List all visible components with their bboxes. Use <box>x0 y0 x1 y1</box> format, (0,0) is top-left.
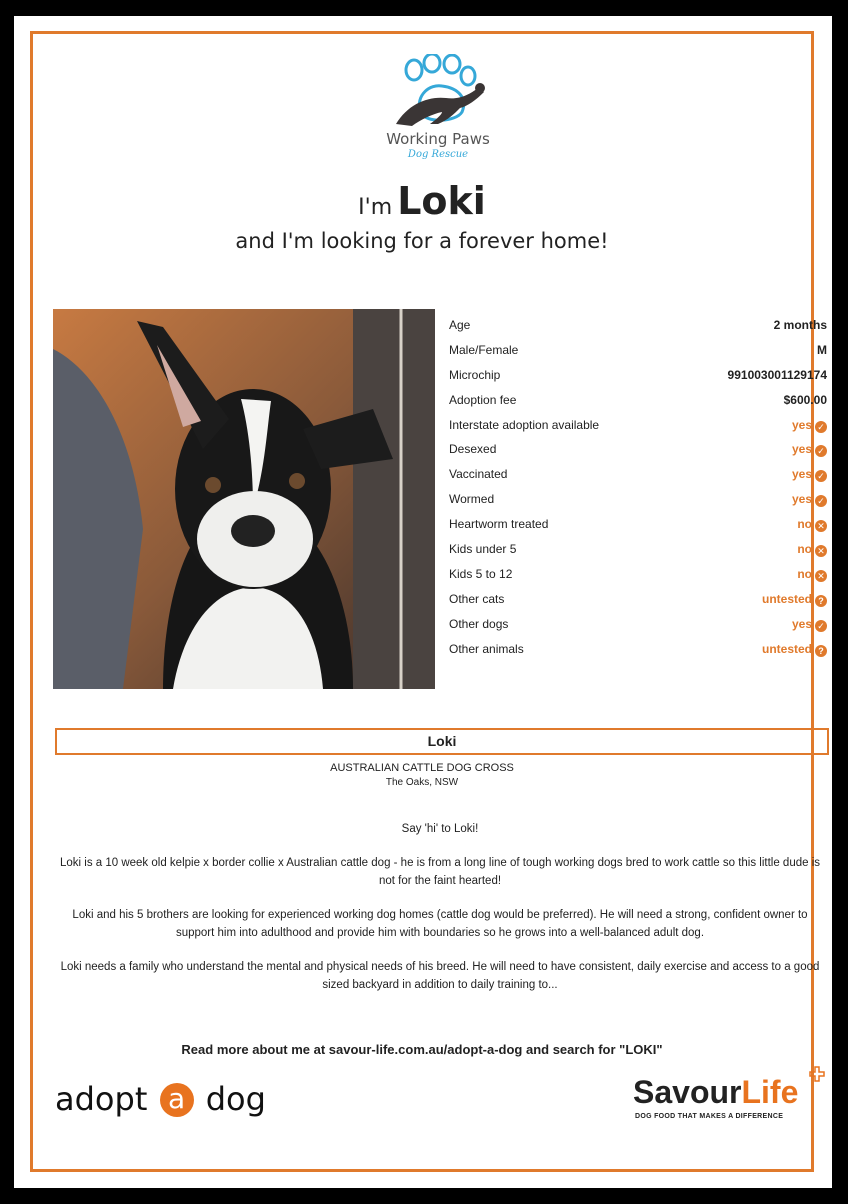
profile-paragraph: Loki is a 10 week old kelpie x border co… <box>59 857 821 887</box>
plus-icon <box>809 1066 825 1082</box>
title-prefix: I'm <box>358 195 393 220</box>
page-subtitle: and I'm looking for a forever home! <box>235 229 609 253</box>
check-circle-icon: ✓ <box>815 445 827 458</box>
detail-label: Male/Female <box>449 342 519 357</box>
detail-value: untested? <box>762 592 827 607</box>
detail-label: Other dogs <box>449 616 509 631</box>
detail-row: Other dogs yes ✓ <box>449 613 827 638</box>
dog-name-title: Loki <box>397 179 486 223</box>
logo-title: Working Paws <box>386 130 490 148</box>
detail-label: Kids 5 to 12 <box>449 566 513 581</box>
profile-breed: AUSTRALIAN CATTLE DOG CROSS <box>330 762 514 774</box>
savourlife-tagline: DOG FOOD THAT MAKES A DIFFERENCE <box>635 1113 784 1120</box>
profile-paragraph: Loki and his 5 brothers are looking for … <box>72 909 808 939</box>
detail-label: Adoption fee <box>449 392 517 407</box>
detail-value: yes ✓ <box>792 617 827 632</box>
question-circle-icon: ? <box>815 644 827 657</box>
detail-row: Adoption fee $600.00 <box>449 389 827 414</box>
read-more-text: Read more about me at savour-life.com.au… <box>181 1042 663 1057</box>
adopt-logo-left: adopt <box>55 1080 148 1118</box>
flyer-frame: Working Paws Dog Rescue I'm Loki and I'm… <box>30 31 829 1172</box>
detail-row: Microchip 991003001129174 <box>449 364 827 389</box>
x-circle-icon: ✕ <box>815 545 827 558</box>
detail-value: yes ✓ <box>792 418 827 433</box>
question-circle-icon: ? <box>815 594 827 607</box>
adopt-a-dog-logo: adopt a dog <box>55 1080 266 1120</box>
detail-label: Microchip <box>449 367 501 382</box>
detail-row: Kids 5 to 12 no ✕ <box>449 563 827 588</box>
detail-value: no ✕ <box>797 567 827 582</box>
detail-label: Desexed <box>449 442 497 457</box>
detail-value: no ✕ <box>797 517 827 533</box>
detail-row: Male/Female M <box>449 339 827 364</box>
detail-label: Other cats <box>449 591 505 606</box>
detail-row: Kids under 5 no ✕ <box>449 538 827 563</box>
detail-value: 2 months <box>773 318 827 332</box>
detail-row: Wormed yes ✓ <box>449 488 827 513</box>
profile-location: The Oaks, NSW <box>385 777 459 788</box>
working-paws-logo: Working Paws Dog Rescue <box>368 52 508 169</box>
detail-row: Other cats untested? <box>449 588 827 613</box>
check-circle-icon: ✓ <box>815 470 827 483</box>
profile-greeting: Say 'hi' to Loki! <box>401 823 479 835</box>
detail-value: yes ✓ <box>792 492 827 508</box>
detail-label: Kids under 5 <box>449 542 517 557</box>
adopt-logo-badge: a <box>159 1083 194 1117</box>
detail-row: Desexed yes ✓ <box>449 438 827 463</box>
savourlife-logo: SavourLife DOG FOOD THAT MAKES A DIFFERE… <box>633 1066 828 1126</box>
details-table: Age 2 months Male/Female M Microchip 991… <box>449 314 827 662</box>
detail-value: 991003001129174 <box>727 367 827 382</box>
detail-label: Age <box>449 318 471 332</box>
detail-row: Age 2 months <box>449 314 827 339</box>
logo-subtitle: Dog Rescue <box>407 149 469 160</box>
detail-row: Vaccinated yes ✓ <box>449 463 827 488</box>
detail-row: Other animals untested? <box>449 638 827 663</box>
check-circle-icon: ✓ <box>815 495 827 508</box>
profile-paragraph: Loki needs a family who understand the m… <box>60 961 820 991</box>
dog-photo <box>53 309 435 689</box>
detail-value: no ✕ <box>797 542 827 558</box>
flyer-page: Working Paws Dog Rescue I'm Loki and I'm… <box>14 16 832 1188</box>
detail-value: yes ✓ <box>792 467 827 483</box>
detail-value: yes ✓ <box>792 442 827 458</box>
page-title: I'm Loki <box>33 179 811 223</box>
check-circle-icon: ✓ <box>815 619 827 632</box>
paw-icon <box>396 52 485 126</box>
adopt-logo-right: dog <box>205 1080 266 1118</box>
detail-label: Interstate adoption available <box>449 417 600 432</box>
profile-name-box: Loki <box>55 728 829 755</box>
check-circle-icon: ✓ <box>815 420 827 433</box>
detail-label: Heartworm treated <box>449 517 549 532</box>
savourlife-wordmark: SavourLife <box>633 1074 799 1110</box>
detail-value: M <box>817 342 827 357</box>
detail-value: $600.00 <box>783 392 827 407</box>
detail-row: Interstate adoption available yes ✓ <box>449 414 827 439</box>
detail-row: Heartworm treated no ✕ <box>449 513 827 538</box>
detail-label: Vaccinated <box>449 467 508 482</box>
detail-label: Other animals <box>449 641 524 656</box>
detail-label: Wormed <box>449 492 495 507</box>
x-circle-icon: ✕ <box>815 569 827 582</box>
x-circle-icon: ✕ <box>815 520 827 533</box>
detail-value: untested? <box>762 642 827 657</box>
